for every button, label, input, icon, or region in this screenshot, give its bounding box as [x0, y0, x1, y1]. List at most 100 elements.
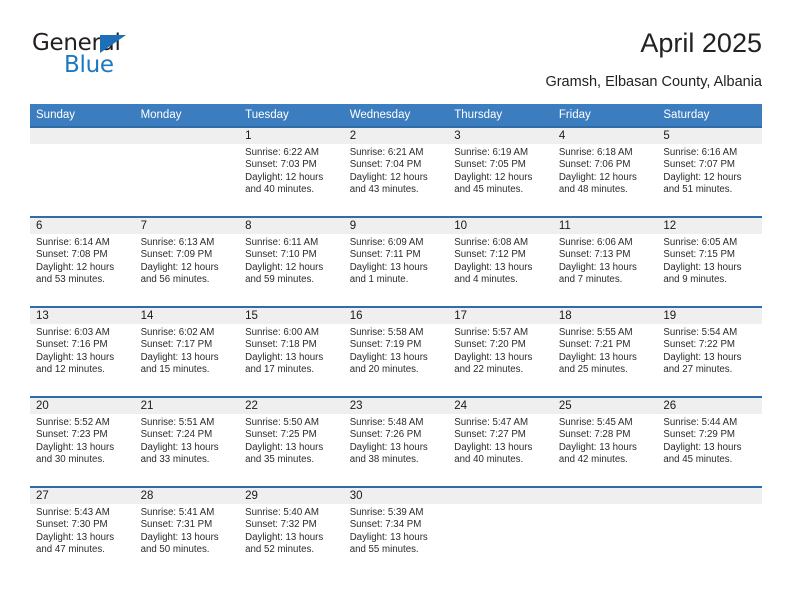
- sunrise-text: Sunrise: 6:05 AM: [663, 237, 738, 248]
- day-number: 2: [343, 128, 449, 144]
- day-details: Sunrise: 6:14 AM Sunset: 7:08 PM Daylight:…: [30, 234, 135, 287]
- day-number: [657, 488, 762, 504]
- calendar-cell-day-14[interactable]: 14 Sunrise: 6:02 AM Sunset: 7:17 PM Dayligh…: [134, 306, 240, 397]
- calendar-cell-day-4[interactable]: 4 Sunrise: 6:18 AM Sunset: 7:06 PM Daylight…: [552, 126, 658, 217]
- calendar-cell-day-26[interactable]: 26 Sunrise: 5:44 AM Sunset: 7:29 PM Dayligh…: [657, 396, 762, 487]
- day-cell: 18 Sunrise: 5:55 AM Sunset: 7:21 PM Dayligh…: [552, 308, 658, 396]
- day-details: Sunrise: 6:03 AM Sunset: 7:16 PM Daylight:…: [30, 324, 135, 377]
- day-cell: 12 Sunrise: 6:05 AM Sunset: 7:15 PM Dayligh…: [657, 218, 762, 306]
- calendar-cell-day-23[interactable]: 23 Sunrise: 5:48 AM Sunset: 7:26 PM Dayligh…: [343, 396, 449, 487]
- day-cell: 4 Sunrise: 6:18 AM Sunset: 7:06 PM Daylight…: [552, 128, 658, 216]
- calendar-cell-day-22[interactable]: 22 Sunrise: 5:50 AM Sunset: 7:25 PM Dayligh…: [239, 396, 344, 487]
- calendar-cell-day-11[interactable]: 11 Sunrise: 6:06 AM Sunset: 7:13 PM Dayligh…: [552, 216, 658, 307]
- calendar-cell-day-24[interactable]: 24 Sunrise: 5:47 AM Sunset: 7:27 PM Dayligh…: [448, 396, 553, 487]
- sunset-text: Sunset: 7:12 PM: [454, 249, 526, 261]
- day-details: Sunrise: 6:16 AM Sunset: 7:07 PM Daylight:…: [657, 144, 762, 197]
- day-number: [448, 488, 553, 504]
- day-details: Sunrise: 5:39 AM Sunset: 7:34 PM Daylight:…: [344, 504, 449, 557]
- sunrise-text: Sunrise: 5:51 AM: [140, 417, 215, 428]
- day-cell: 14 Sunrise: 6:02 AM Sunset: 7:17 PM Dayligh…: [134, 308, 240, 396]
- daylight-text: Daylight: 13 hours and 15 minutes.: [140, 351, 219, 376]
- calendar-cell-day-7[interactable]: 7 Sunrise: 6:13 AM Sunset: 7:09 PM Daylight…: [134, 216, 240, 307]
- day-number: 29: [239, 488, 344, 504]
- sunset-text: Sunset: 7:05 PM: [454, 159, 526, 171]
- daylight-text: Daylight: 13 hours and 27 minutes.: [663, 351, 742, 376]
- day-cell: [134, 128, 240, 216]
- sunrise-sunset-calendar: Sunday Monday Tuesday Wednesday Thursday Frid…: [30, 104, 762, 576]
- daylight-text: Daylight: 13 hours and 25 minutes.: [558, 351, 637, 376]
- day-number: 14: [134, 308, 240, 324]
- day-cell: 10 Sunrise: 6:08 AM Sunset: 7:12 PM Dayligh…: [448, 218, 553, 306]
- sunset-text: Sunset: 7:09 PM: [140, 249, 213, 261]
- day-cell: [448, 488, 553, 576]
- calendar-cell-day-1[interactable]: 1 Sunrise: 6:22 AM Sunset: 7:03 PM Daylight…: [239, 126, 344, 217]
- day-cell: 2 Sunrise: 6:21 AM Sunset: 7:04 PM Daylight…: [343, 128, 449, 216]
- day-details: Sunrise: 6:21 AM Sunset: 7:04 PM Daylight:…: [344, 144, 449, 197]
- calendar-cell-day-2[interactable]: 2 Sunrise: 6:21 AM Sunset: 7:04 PM Daylight…: [343, 126, 449, 217]
- sunset-text: Sunset: 7:30 PM: [36, 519, 108, 531]
- calendar-cell-day-15[interactable]: 15 Sunrise: 6:00 AM Sunset: 7:18 PM Dayligh…: [239, 306, 344, 397]
- calendar-cell-day-16[interactable]: 16 Sunrise: 5:58 AM Sunset: 7:19 PM Dayligh…: [343, 306, 449, 397]
- calendar-cell-day-27[interactable]: 27 Sunrise: 5:43 AM Sunset: 7:30 PM Dayligh…: [30, 486, 135, 576]
- calendar-cell-day-29[interactable]: 29 Sunrise: 5:40 AM Sunset: 7:32 PM Dayligh…: [239, 486, 344, 576]
- sunset-text: Sunset: 7:31 PM: [140, 519, 213, 531]
- day-cell: 16 Sunrise: 5:58 AM Sunset: 7:19 PM Dayligh…: [343, 308, 449, 396]
- calendar-cell-day-19[interactable]: 19 Sunrise: 5:54 AM Sunset: 7:22 PM Dayligh…: [657, 306, 762, 397]
- sunset-text: Sunset: 7:32 PM: [245, 519, 317, 531]
- sunset-text: Sunset: 7:23 PM: [36, 429, 108, 441]
- calendar-cell-day-18[interactable]: 18 Sunrise: 5:55 AM Sunset: 7:21 PM Dayligh…: [552, 306, 658, 397]
- day-number: 16: [343, 308, 449, 324]
- day-cell: 13 Sunrise: 6:03 AM Sunset: 7:16 PM Dayligh…: [30, 308, 135, 396]
- calendar-cell-day-13[interactable]: 13 Sunrise: 6:03 AM Sunset: 7:16 PM Dayligh…: [30, 306, 135, 397]
- day-details: Sunrise: 5:52 AM Sunset: 7:23 PM Daylight:…: [30, 414, 135, 467]
- calendar-week-row: 20 Sunrise: 5:52 AM Sunset: 7:23 PM Dayligh…: [30, 396, 762, 487]
- day-cell: 1 Sunrise: 6:22 AM Sunset: 7:03 PM Daylight…: [239, 128, 344, 216]
- day-cell: 3 Sunrise: 6:19 AM Sunset: 7:05 PM Daylight…: [448, 128, 553, 216]
- day-number: 17: [448, 308, 553, 324]
- daylight-text: Daylight: 13 hours and 50 minutes.: [140, 531, 219, 556]
- day-details: Sunrise: 5:47 AM Sunset: 7:27 PM Daylight:…: [448, 414, 553, 467]
- logo-text-blue: Blue: [64, 52, 114, 78]
- day-number: [552, 488, 658, 504]
- day-cell: 6 Sunrise: 6:14 AM Sunset: 7:08 PM Daylight…: [30, 218, 135, 306]
- calendar-cell-day-3[interactable]: 3 Sunrise: 6:19 AM Sunset: 7:05 PM Daylight…: [448, 126, 553, 217]
- calendar-cell-day-10[interactable]: 10 Sunrise: 6:08 AM Sunset: 7:12 PM Dayligh…: [448, 216, 553, 307]
- weekday-header-tuesday: Tuesday: [239, 104, 344, 127]
- day-details: Sunrise: 5:57 AM Sunset: 7:20 PM Daylight:…: [448, 324, 553, 377]
- day-cell: 19 Sunrise: 5:54 AM Sunset: 7:22 PM Dayligh…: [657, 308, 762, 396]
- daylight-text: Daylight: 13 hours and 45 minutes.: [663, 441, 742, 466]
- sunset-text: Sunset: 7:22 PM: [663, 339, 735, 351]
- day-details: Sunrise: 5:51 AM Sunset: 7:24 PM Daylight:…: [135, 414, 240, 467]
- day-details: Sunrise: 5:44 AM Sunset: 7:29 PM Daylight:…: [657, 414, 762, 467]
- sunrise-text: Sunrise: 5:52 AM: [36, 417, 110, 428]
- sunrise-text: Sunrise: 5:45 AM: [558, 417, 633, 428]
- calendar-cell-day-8[interactable]: 8 Sunrise: 6:11 AM Sunset: 7:10 PM Daylight…: [239, 216, 344, 307]
- sunrise-text: Sunrise: 6:00 AM: [245, 327, 319, 338]
- calendar-cell-day-5[interactable]: 5 Sunrise: 6:16 AM Sunset: 7:07 PM Daylight…: [657, 126, 762, 217]
- calendar-cell-day-12[interactable]: 12 Sunrise: 6:05 AM Sunset: 7:15 PM Dayligh…: [657, 216, 762, 307]
- sunset-text: Sunset: 7:19 PM: [349, 339, 422, 351]
- daylight-text: Daylight: 12 hours and 45 minutes.: [454, 171, 533, 196]
- daylight-text: Daylight: 13 hours and 4 minutes.: [454, 261, 533, 286]
- calendar-cell-day-17[interactable]: 17 Sunrise: 5:57 AM Sunset: 7:20 PM Dayligh…: [448, 306, 553, 397]
- weekday-header-monday: Monday: [134, 104, 240, 127]
- calendar-cell-day-21[interactable]: 21 Sunrise: 5:51 AM Sunset: 7:24 PM Dayligh…: [134, 396, 240, 487]
- general-blue-logo[interactable]: General Blue: [32, 30, 232, 86]
- calendar-cell-day-30[interactable]: 30 Sunrise: 5:39 AM Sunset: 7:34 PM Dayligh…: [343, 486, 449, 576]
- day-number: 6: [30, 218, 135, 234]
- logo-triangle-icon: [100, 35, 126, 53]
- day-number: 22: [239, 398, 344, 414]
- weekday-header: Sunday Monday Tuesday Wednesday Thursday Frid…: [30, 104, 762, 127]
- calendar-cell-day-20[interactable]: 20 Sunrise: 5:52 AM Sunset: 7:23 PM Dayligh…: [30, 396, 135, 487]
- day-details: Sunrise: 6:02 AM Sunset: 7:17 PM Daylight:…: [135, 324, 240, 377]
- day-number: 19: [657, 308, 762, 324]
- day-number: 24: [448, 398, 553, 414]
- calendar-cell-day-9[interactable]: 9 Sunrise: 6:09 AM Sunset: 7:11 PM Daylight…: [343, 216, 449, 307]
- sunset-text: Sunset: 7:06 PM: [558, 159, 631, 171]
- sunset-text: Sunset: 7:26 PM: [349, 429, 422, 441]
- day-cell: 9 Sunrise: 6:09 AM Sunset: 7:11 PM Daylight…: [343, 218, 449, 306]
- calendar-cell-day-25[interactable]: 25 Sunrise: 5:45 AM Sunset: 7:28 PM Dayligh…: [552, 396, 658, 487]
- calendar-cell-day-6[interactable]: 6 Sunrise: 6:14 AM Sunset: 7:08 PM Daylight…: [30, 216, 135, 307]
- calendar-cell-day-28[interactable]: 28 Sunrise: 5:41 AM Sunset: 7:31 PM Dayligh…: [134, 486, 240, 576]
- sunrise-text: Sunrise: 6:11 AM: [245, 237, 319, 248]
